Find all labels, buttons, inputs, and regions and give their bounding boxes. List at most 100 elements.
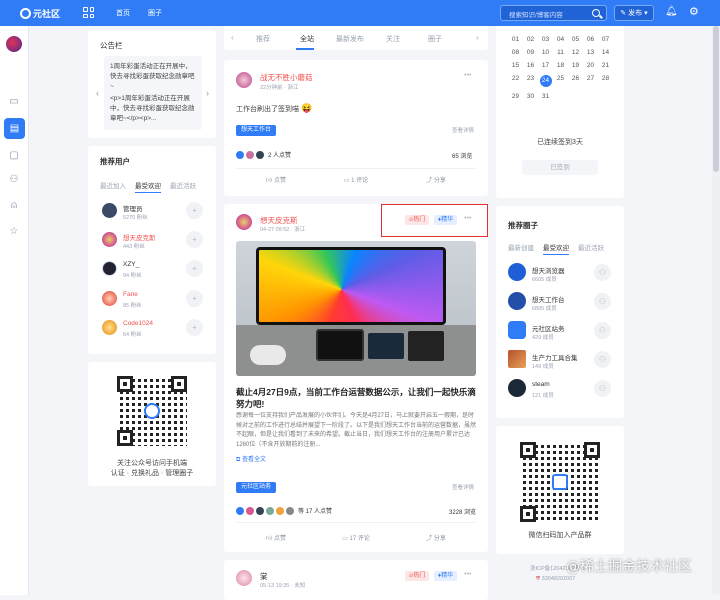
tab-recommend[interactable]: 推荐 [256,34,270,44]
circle-tag[interactable]: 想天工作台 [236,125,277,136]
calendar-day[interactable]: 02 [523,36,538,43]
calendar-day[interactable]: 21 [598,62,613,69]
join-icon[interactable]: ⚇ [594,322,611,339]
calendar-day[interactable]: 03 [538,36,553,43]
view-detail-link[interactable]: 查看详情 [452,483,474,491]
group-icon[interactable]: ⚇ [8,174,20,186]
checkin-button[interactable]: 已签到 [522,160,598,175]
calendar-day[interactable]: 30 [523,93,538,100]
scrollbar-thumb[interactable] [713,26,719,172]
calendar-day[interactable]: 04 [553,36,568,43]
nav-circles[interactable]: 圈子 [148,8,162,18]
scrollbar[interactable] [712,26,720,595]
calendar-day[interactable]: 05 [568,36,583,43]
tab-popular[interactable]: 最受欢迎 [543,242,569,255]
more-icon[interactable]: ••• [464,215,471,222]
avatar[interactable] [236,570,252,586]
tab-popular[interactable]: 最受欢迎 [135,180,161,193]
tab-latest[interactable]: 最新发布 [336,34,364,44]
bell-icon[interactable]: 🔔︎ [665,6,678,17]
post-image[interactable] [236,241,476,376]
follow-icon[interactable]: + [186,290,203,307]
tab-recent-join[interactable]: 最近加入 [100,180,126,193]
calendar-day[interactable]: 26 [568,75,583,87]
post-card[interactable]: 棠 05-13 19:35 · 未知 🔥︎热门 ♦精华 ••• [224,560,488,600]
calendar-day[interactable]: 09 [523,49,538,56]
more-icon[interactable]: ••• [464,72,471,79]
follow-icon[interactable]: + [186,202,203,219]
nav-home[interactable]: 首页 [116,8,130,18]
site-logo[interactable]: 元社区 [20,6,60,20]
share-button[interactable]: ⤴ 分享 [396,533,476,542]
notice-prev-icon[interactable]: ‹ [96,88,99,98]
feed-icon[interactable]: ▤ [4,118,25,139]
calendar-day[interactable]: 13 [583,49,598,56]
calendar-day[interactable]: 19 [568,62,583,69]
calendar-day[interactable]: 08 [508,49,523,56]
tab-active[interactable]: 最近活跃 [578,242,604,255]
calendar-day[interactable]: 24 [538,75,553,87]
join-icon[interactable]: ⚇ [594,293,611,310]
calendar-day[interactable]: 07 [598,36,613,43]
notice-next-icon[interactable]: › [206,88,209,98]
calendar-day-selected[interactable]: 24 [539,75,552,87]
like-button[interactable]: 👍︎ 点赞 [236,533,316,542]
tabs-next-icon[interactable]: › [476,33,479,42]
view-detail-link[interactable]: 查看详情 [452,126,474,134]
tabs-prev-icon[interactable]: ‹ [231,33,234,42]
calendar-day[interactable]: 15 [508,62,523,69]
gear-icon[interactable]: ⚙ [689,5,699,18]
calendar-day[interactable]: 12 [568,49,583,56]
user-icon[interactable]: ⍝ [8,200,20,212]
user-avatar[interactable] [6,36,22,52]
calendar-day[interactable]: 14 [598,49,613,56]
join-icon[interactable]: ⚇ [594,351,611,368]
avatar[interactable] [236,72,252,88]
home-icon[interactable]: ▭ [8,96,20,108]
comment-button[interactable]: ▭ 17 评论 [316,533,396,542]
calendar-day[interactable]: 06 [583,36,598,43]
notice-content[interactable]: 1周年彩蛋活动正在开展中，快去寻找彩蛋获取纪念勋章吧~ <p>1周年彩蛋活动正在… [104,56,202,130]
calendar-day[interactable]: 31 [538,93,553,100]
calendar-day[interactable]: 28 [598,75,613,87]
calendar-day[interactable]: 17 [538,62,553,69]
tab-recent-active[interactable]: 最近活跃 [170,180,196,193]
calendar-day[interactable]: 25 [553,75,568,87]
post-card[interactable]: 战无不胜小蘑菇 22分钟前 · 浙江 ••• 工作台刷出了签到喵 😝 想天工作台… [224,60,488,196]
join-icon[interactable]: ⚇ [594,380,611,397]
post-title[interactable]: 截止4月27日9点，当前工作台运营数据公示，让我们一起快乐滴努力吧! [236,386,476,410]
follow-icon[interactable]: + [186,319,203,336]
share-button[interactable]: ⤴ 分享 [396,175,476,184]
tab-following[interactable]: 关注 [386,34,400,44]
comment-button[interactable]: ▭ 1 评论 [316,175,396,184]
calendar-day[interactable]: 22 [508,75,523,87]
police-link[interactable]: ⛨ 33048202007 [536,576,575,583]
join-icon[interactable]: ⚇ [594,264,611,281]
tab-newest[interactable]: 最新创建 [508,242,534,255]
calendar-day[interactable]: 20 [583,62,598,69]
message-icon[interactable]: ▢ [8,150,20,162]
search-input[interactable]: 搜索知识/博客内容 [500,5,607,21]
tab-all-site[interactable]: 全站 [300,34,314,44]
like-button[interactable]: 👍︎ 点赞 [236,175,316,184]
more-icon[interactable]: ••• [464,571,471,578]
tab-circles[interactable]: 圈子 [428,34,442,44]
calendar-day[interactable]: 23 [523,75,538,87]
publish-button[interactable]: ✎ 发布 ▾ [614,5,654,21]
apps-icon[interactable] [83,7,94,18]
avatar[interactable] [236,214,252,230]
post-author[interactable]: 战无不胜小蘑菇 [260,72,313,83]
circle-tag[interactable]: 元社区站务 [236,482,277,493]
calendar-day[interactable]: 16 [523,62,538,69]
post-card[interactable]: 想天皮克斯 04-27 09:52 · 浙江 🔥︎热门 ♦精华 ••• 截止4月… [224,204,488,552]
read-full-link[interactable]: ⧉ 查看全文 [236,454,266,464]
calendar-day[interactable]: 01 [508,36,523,43]
calendar-day[interactable]: 11 [553,49,568,56]
calendar-day[interactable]: 10 [538,49,553,56]
follow-icon[interactable]: + [186,231,203,248]
calendar-day[interactable]: 27 [583,75,598,87]
follow-icon[interactable]: + [186,260,203,277]
calendar-day[interactable]: 18 [553,62,568,69]
search-icon[interactable] [592,9,600,17]
star-icon[interactable]: ☆ [8,226,20,238]
